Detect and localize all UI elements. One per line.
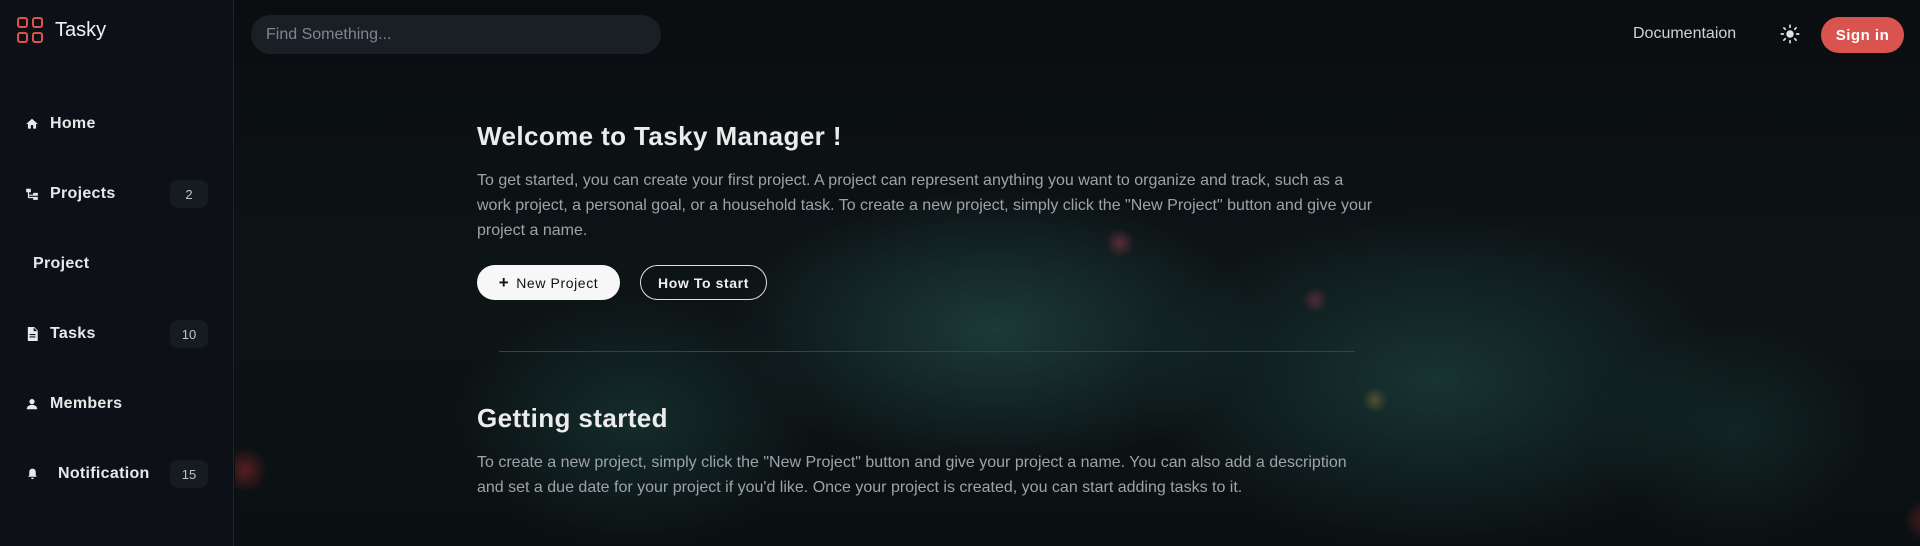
plus-icon: + bbox=[498, 272, 510, 292]
sidebar-item-notification[interactable]: Notification 15 bbox=[0, 454, 234, 494]
sidebar-item-label: Notification bbox=[58, 465, 150, 482]
documentation-link[interactable]: Documentaion bbox=[1633, 25, 1736, 43]
sidebar-item-label: Members bbox=[50, 395, 123, 412]
sidebar-item-project[interactable]: Project bbox=[0, 244, 234, 284]
section-divider bbox=[499, 351, 1355, 352]
getting-started-title: Getting started bbox=[477, 403, 668, 433]
count-badge: 15 bbox=[170, 460, 208, 488]
search-input[interactable] bbox=[251, 15, 661, 54]
brand[interactable]: Tasky bbox=[17, 17, 106, 43]
grid-logo-icon bbox=[17, 17, 43, 43]
sidebar-item-members[interactable]: Members bbox=[0, 384, 234, 424]
sun-icon[interactable] bbox=[1780, 24, 1800, 44]
sidebar-item-label: Home bbox=[50, 115, 96, 132]
sidebar-item-home[interactable]: Home bbox=[0, 104, 234, 144]
brand-name: Tasky bbox=[55, 18, 107, 41]
sidebar: Tasky Home Projects 2 Project Tasks 10 M… bbox=[0, 0, 234, 546]
how-to-start-button[interactable]: How To start bbox=[640, 265, 767, 300]
task-file-icon bbox=[24, 326, 40, 342]
welcome-text: To get started, you can create your firs… bbox=[477, 172, 1373, 239]
welcome-title: Welcome to Tasky Manager ! bbox=[477, 121, 842, 151]
sidebar-item-projects[interactable]: Projects 2 bbox=[0, 174, 234, 214]
new-project-label: New Project bbox=[516, 274, 599, 291]
sidebar-item-tasks[interactable]: Tasks 10 bbox=[0, 314, 234, 354]
getting-started-text: To create a new project, simply click th… bbox=[477, 454, 1347, 496]
projects-tree-icon bbox=[24, 186, 40, 202]
bell-icon bbox=[24, 466, 40, 482]
count-badge: 10 bbox=[170, 320, 208, 348]
sidebar-item-label: Project bbox=[33, 255, 90, 272]
sign-in-button[interactable]: Sign in bbox=[1821, 17, 1904, 53]
person-icon bbox=[24, 396, 40, 412]
sidebar-item-label: Projects bbox=[50, 185, 116, 202]
new-project-button[interactable]: + New Project bbox=[477, 265, 620, 300]
count-badge: 2 bbox=[170, 180, 208, 208]
home-icon bbox=[24, 116, 40, 132]
sidebar-item-label: Tasks bbox=[50, 325, 96, 342]
